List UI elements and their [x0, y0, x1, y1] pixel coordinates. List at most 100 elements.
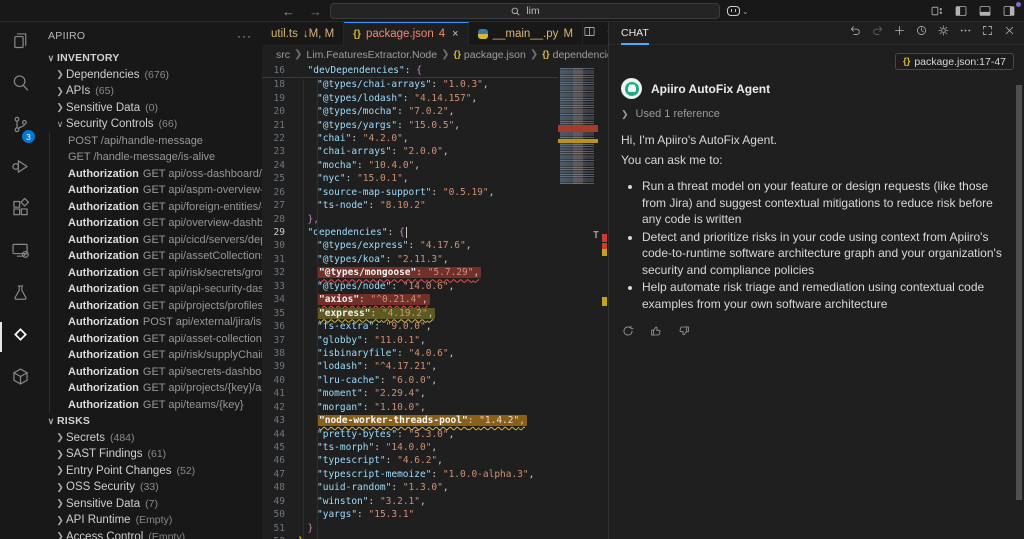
colon: :: [397, 347, 409, 359]
close-icon[interactable]: [1003, 24, 1016, 42]
minimap[interactable]: [558, 68, 600, 539]
activity-run-debug[interactable]: [0, 148, 40, 190]
tab-chat[interactable]: CHAT: [621, 22, 649, 45]
expand-icon[interactable]: [981, 24, 994, 42]
tab-util.ts[interactable]: util.ts ↓M, M: [262, 22, 345, 46]
sidebar-item-oss-security[interactable]: ❯ OSS Security (33): [40, 479, 262, 496]
colon: :: [431, 79, 443, 91]
command-search-box[interactable]: lim: [330, 3, 720, 19]
json-key: "@types/mongoose": [319, 267, 417, 279]
tab-__main__.py[interactable]: __main__.py M: [469, 22, 584, 46]
json-value: "^4.17.21": [374, 361, 432, 373]
sidebar-item-security-controls[interactable]: ∨ Security Controls (66): [40, 116, 262, 133]
sidebar-item-dependencies[interactable]: ❯ Dependencies (676): [40, 67, 262, 84]
security-control-item[interactable]: AuthorizationGET api/aspm-overview-das..…: [40, 182, 262, 199]
json-icon: {}: [353, 28, 361, 40]
security-control-item[interactable]: Authorization GET api/teams/{key}: [40, 397, 262, 414]
sidebar-item-sensitive-data[interactable]: ❯ Sensitive Data (7): [40, 496, 262, 513]
history-icon[interactable]: [915, 24, 928, 42]
json-key: "ts-node": [317, 200, 369, 212]
line-number: 26: [273, 186, 285, 198]
json-key: "moment": [317, 388, 363, 400]
security-control-item[interactable]: AuthorizationPOST api/external/jira/issu…: [40, 314, 262, 331]
apiiro-sidebar: APIIRO ··· ∨ INVENTORY ❯ Dependencies (676) ❯…: [40, 22, 262, 539]
used-reference-toggle[interactable]: ❯ Used 1 reference: [621, 108, 1002, 120]
panel-left-icon[interactable]: [954, 4, 968, 18]
thumbs-down-icon[interactable]: [677, 324, 691, 343]
breadcrumb-item[interactable]: {} dependencies: [542, 49, 608, 61]
json-key: "winston": [317, 495, 369, 507]
activity-remote-explorer[interactable]: [0, 232, 40, 274]
colon: :: [397, 106, 409, 118]
breadcrumb-item[interactable]: Lim.FeaturesExtractor.Node: [306, 49, 437, 61]
nav-forward-icon[interactable]: →: [309, 4, 322, 19]
more-icon[interactable]: [959, 24, 972, 42]
section-inventory[interactable]: ∨ INVENTORY: [40, 50, 262, 67]
security-control-item[interactable]: AuthorizationGET api/assetCollections/co…: [40, 248, 262, 265]
activity-package-cube[interactable]: [0, 358, 40, 400]
tab-package.json[interactable]: {} package.json 4 ×: [344, 22, 469, 46]
authorization-label: Authorization: [68, 250, 139, 263]
retry-icon[interactable]: [621, 324, 635, 343]
customize-layout-icon[interactable]: [930, 4, 944, 18]
section-risks[interactable]: ∨ RISKS: [40, 413, 262, 430]
add-chat-icon[interactable]: [893, 24, 906, 42]
nav-back-icon[interactable]: ←: [282, 4, 295, 19]
security-control-item[interactable]: AuthorizationGET api/risk/supplyChain/to…: [40, 347, 262, 364]
security-control-item[interactable]: AuthorizationGET api/overview-dashboard.…: [40, 215, 262, 232]
activity-source-control[interactable]: 3: [0, 106, 40, 148]
security-control-item[interactable]: AuthorizationGET api/asset-collections/o…: [40, 331, 262, 348]
context-reference-label: package.json:17-47: [914, 55, 1006, 68]
sidebar-item-sast-findings[interactable]: ❯ SAST Findings (61): [40, 446, 262, 463]
activity-apiiro[interactable]: [0, 316, 40, 358]
security-control-item[interactable]: AuthorizationGET api/risk/secrets/groupe…: [40, 265, 262, 282]
sidebar-item-secrets[interactable]: ❯ Secrets (484): [40, 430, 262, 447]
security-control-item[interactable]: GET /handle-message/is-alive: [40, 149, 262, 166]
security-control-item[interactable]: AuthorizationGET api/cicd/servers/depend…: [40, 232, 262, 249]
undo-icon[interactable]: [849, 24, 862, 42]
agent-avatar: [621, 78, 642, 99]
sidebar-item-apis[interactable]: ❯ APIs (65): [40, 83, 262, 100]
breadcrumb-item[interactable]: src: [276, 49, 290, 61]
code-line: 21 "@types/yargs": "15.0.5",: [262, 118, 558, 131]
settings-gear-icon[interactable]: [937, 24, 950, 42]
sidebar-more-actions[interactable]: ···: [237, 29, 252, 43]
json-key: "typescript-memoize": [317, 468, 432, 480]
security-control-item[interactable]: AuthorizationGET api/oss-dashboard/repo.…: [40, 166, 262, 183]
panel-right-icon[interactable]: [1002, 4, 1016, 18]
code-tokens: "nyc": "15.0.1",: [317, 173, 409, 184]
sidebar-item-api-runtime[interactable]: ❯ API Runtime (Empty): [40, 512, 262, 529]
authorization-label: Authorization: [68, 200, 139, 213]
chat-scrollbar[interactable]: [1016, 85, 1022, 500]
security-control-item[interactable]: AuthorizationGET api/foreign-entities/{p…: [40, 199, 262, 216]
security-control-item[interactable]: AuthorizationGET api/api-security-dashbo…: [40, 281, 262, 298]
close-tab-icon[interactable]: ×: [452, 28, 458, 40]
split-editor-icon[interactable]: [583, 25, 596, 43]
panel-bottom-icon[interactable]: [978, 4, 992, 18]
comma: ,: [419, 495, 426, 507]
code-text: "@types/yargs": "15.0.5",: [294, 120, 460, 131]
code-editor[interactable]: 16 "devDependencies": {18 "@types/chai-arr…: [262, 63, 558, 539]
activity-search[interactable]: [0, 64, 40, 106]
comma: ,: [427, 307, 434, 319]
security-control-item[interactable]: AuthorizationGET api/projects/{key}/asse…: [40, 380, 262, 397]
tree-item-count: (0): [145, 101, 158, 114]
code-tokens: "@types/yargs": "15.0.5",: [317, 120, 460, 131]
code-line: 35 "express": "4.19.2",: [262, 306, 558, 319]
activity-explorer[interactable]: [0, 22, 40, 64]
tree-item-label: SAST Findings: [66, 448, 143, 461]
security-control-item[interactable]: AuthorizationGET api/projects/profiles/s…: [40, 298, 262, 315]
chevron-right-icon: ❯: [56, 481, 64, 492]
activity-testing[interactable]: [0, 274, 40, 316]
redo-icon[interactable]: [871, 24, 884, 42]
context-reference-badge[interactable]: {} package.json:17-47: [894, 53, 1014, 70]
copilot-menu[interactable]: ⌄: [727, 3, 749, 19]
security-control-item[interactable]: POST /api/handle-message: [40, 133, 262, 150]
breadcrumb-item[interactable]: {} package.json: [454, 49, 526, 61]
security-control-item[interactable]: AuthorizationGET api/secrets-dashboard/.…: [40, 364, 262, 381]
sidebar-item-sensitive-data[interactable]: ❯ Sensitive Data (0): [40, 100, 262, 117]
sidebar-item-entry-point-changes[interactable]: ❯ Entry Point Changes (52): [40, 463, 262, 480]
activity-extensions[interactable]: [0, 190, 40, 232]
sidebar-item-access-control[interactable]: ❯ Access Control (Empty): [40, 529, 262, 539]
thumbs-up-icon[interactable]: [649, 324, 663, 343]
